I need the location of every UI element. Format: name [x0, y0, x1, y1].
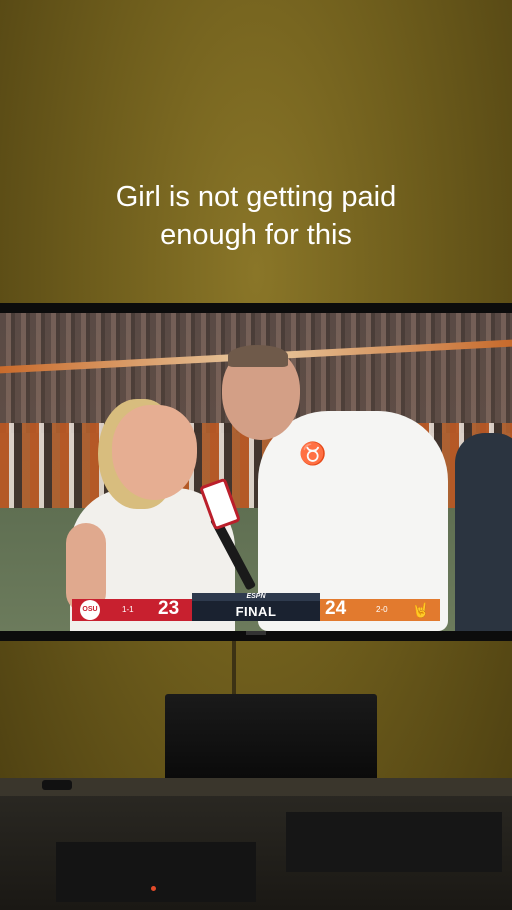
caption-line-2: enough for this: [160, 219, 352, 251]
power-light-icon: [151, 886, 156, 891]
wall-cable: [232, 641, 236, 696]
away-score: 23: [158, 598, 180, 619]
av-receiver: [56, 842, 256, 902]
center-speaker: [165, 694, 377, 782]
away-team-panel: OSU 1-1 23: [72, 598, 192, 621]
network-logo: ESPN: [192, 593, 320, 601]
video-caption: Girl is not getting paid enough for this: [0, 178, 512, 254]
longhorn-icon: ♉: [299, 441, 327, 466]
caption-line-1: Girl is not getting paid: [115, 181, 397, 213]
away-record: 1-1: [122, 605, 134, 614]
coach-hair: [228, 345, 288, 367]
home-record: 2-0: [376, 605, 388, 614]
remote-control: [42, 780, 72, 790]
home-score: 24: [325, 598, 347, 619]
media-device: [286, 812, 502, 872]
scorebug: OSU 1-1 23 ESPN FINAL 24 2-0 🤘: [72, 593, 440, 621]
tv-brand-badge: [246, 631, 266, 635]
cabinet-top: [0, 778, 512, 796]
texas-logo-icon: 🤘: [412, 602, 430, 618]
ohio-state-logo-icon: OSU: [80, 600, 100, 620]
device-label: [370, 834, 410, 842]
police-officer: [455, 433, 512, 631]
tv-screen: ♉ OSU 1-1 23 ESPN FINAL 24 2-0 🤘: [0, 313, 512, 631]
game-status-panel: ESPN FINAL: [192, 593, 320, 621]
television: ♉ OSU 1-1 23 ESPN FINAL 24 2-0 🤘: [0, 303, 512, 641]
home-team-panel: 24 2-0 🤘: [320, 598, 440, 621]
game-status: FINAL: [235, 604, 277, 619]
reporter-head: [112, 405, 197, 500]
